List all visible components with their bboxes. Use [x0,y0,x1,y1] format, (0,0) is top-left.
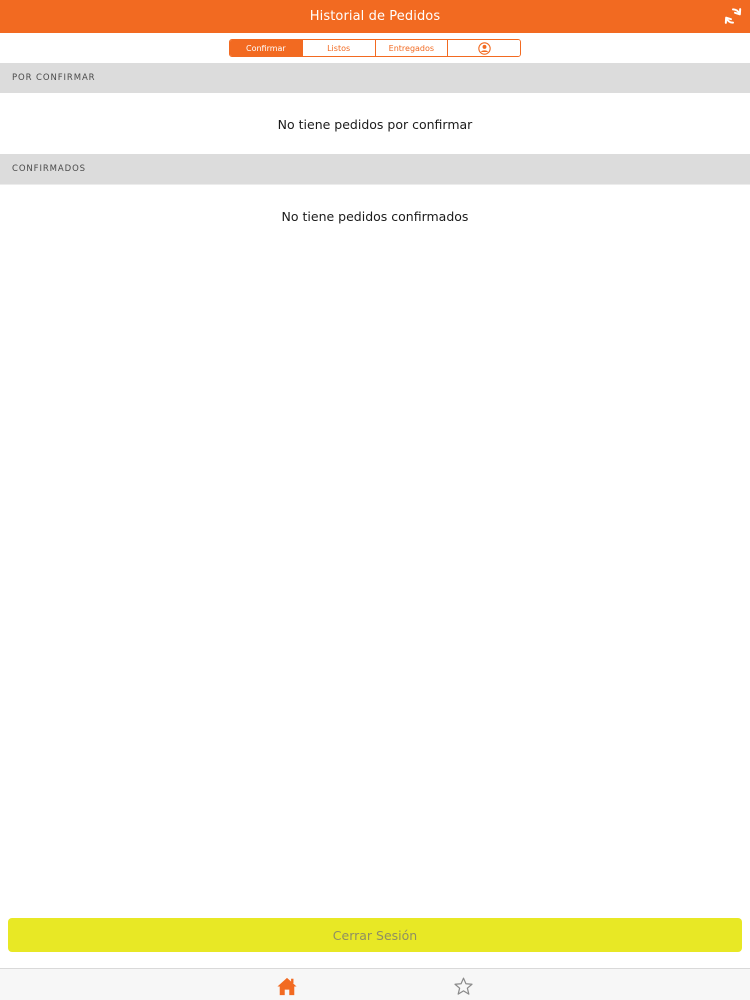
section-header-pending: POR CONFIRMAR [0,63,750,93]
logout-label: Cerrar Sesión [332,927,418,943]
tab-entregados[interactable]: Entregados [375,40,449,56]
nav-header: Historial de Pedidos [0,0,750,33]
user-circle-icon [477,41,491,55]
tab-label: Entregados [388,43,435,53]
status-segmented-control: Confirmar Listos Entregados [229,39,521,57]
empty-message: No tiene pedidos confirmados [281,208,469,224]
tabbar-favorites[interactable] [451,975,475,997]
tabbar-home[interactable] [275,975,299,997]
home-icon [277,977,297,996]
section-title: CONFIRMADOS [12,164,86,174]
logout-button[interactable]: Cerrar Sesión [8,918,742,952]
refresh-icon [724,8,742,24]
confirmed-empty-state: No tiene pedidos confirmados [0,185,750,247]
section-header-confirmed: CONFIRMADOS [0,154,750,184]
tab-label: Confirmar [246,43,286,53]
tab-listos[interactable]: Listos [302,40,376,56]
empty-message: No tiene pedidos por confirmar [277,116,473,132]
pending-empty-state: No tiene pedidos por confirmar [0,93,750,155]
section-title: POR CONFIRMAR [12,73,96,83]
bottom-tab-bar [0,968,750,1000]
tab-profile[interactable] [448,40,520,56]
tab-label: Listos [327,43,351,53]
tab-confirmar[interactable]: Confirmar [230,40,303,56]
refresh-button[interactable] [722,5,744,27]
page-title: Historial de Pedidos [309,9,441,24]
star-icon [453,977,473,995]
